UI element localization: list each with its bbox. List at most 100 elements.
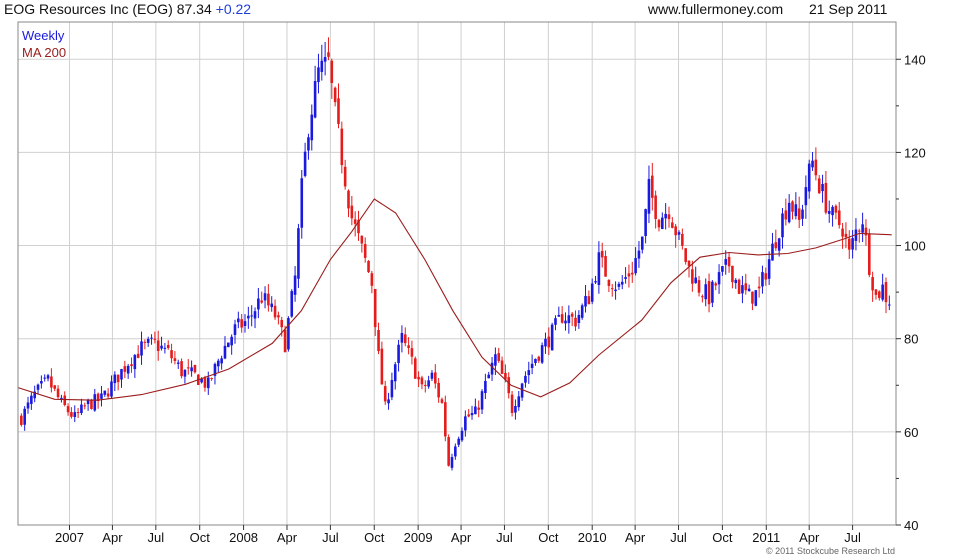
candle-body <box>106 393 110 397</box>
candle-body <box>240 319 243 328</box>
legend-ma200: MA 200 <box>22 45 66 60</box>
candle-body <box>767 259 771 279</box>
candle-body <box>754 290 758 306</box>
candle-body <box>140 341 143 356</box>
candle-body <box>620 281 624 285</box>
candle-body <box>861 224 864 233</box>
candle-body <box>287 318 290 350</box>
x-tick-label: Oct <box>190 530 211 545</box>
candle-body <box>400 332 404 343</box>
candle-body <box>801 209 804 219</box>
candle-body <box>834 205 838 213</box>
ma200-line <box>17 198 892 401</box>
candle-body <box>317 67 320 83</box>
candle-body <box>310 114 314 141</box>
candle-body <box>223 345 227 359</box>
candle-body <box>260 300 264 303</box>
candle-body <box>841 228 844 237</box>
candle-body <box>387 399 390 404</box>
candle-body <box>126 365 130 374</box>
y-tick-label: 120 <box>904 145 926 160</box>
candle-body <box>757 286 761 289</box>
candle-body <box>76 412 80 414</box>
candle-body <box>407 345 410 348</box>
candle-body <box>440 399 444 403</box>
candle-body <box>277 315 280 318</box>
candle-body <box>774 242 778 249</box>
x-tick-label: Oct <box>712 530 733 545</box>
candle-body <box>237 318 240 323</box>
candle-body <box>624 277 627 279</box>
candle-body <box>290 291 294 317</box>
y-tick-label: 60 <box>904 425 918 440</box>
x-tick-label: 2008 <box>229 530 258 545</box>
x-tick-label: Jul <box>496 530 513 545</box>
candle-body <box>360 235 364 244</box>
candle-body <box>420 377 424 385</box>
candle-body <box>397 344 400 364</box>
candle-body <box>747 288 751 292</box>
candle-body <box>247 315 250 319</box>
candle-body <box>674 226 677 236</box>
candle-body <box>824 182 828 213</box>
candle-body <box>881 284 884 300</box>
candle-body <box>93 394 97 411</box>
candle-body <box>691 269 694 284</box>
candle-body <box>607 279 611 287</box>
candle-body <box>554 318 557 325</box>
candle-body <box>444 402 447 437</box>
candle-body <box>133 355 137 370</box>
candle-body <box>781 213 784 238</box>
candle-body <box>517 396 521 408</box>
candle-body <box>180 361 183 377</box>
candle-body <box>83 405 87 407</box>
candle-body <box>707 281 711 305</box>
candle-body <box>293 275 297 295</box>
x-tick-label: 2007 <box>55 530 84 545</box>
candle-body <box>100 393 103 399</box>
candle-body <box>510 394 514 413</box>
candle-body <box>380 348 384 385</box>
copyright-text: © 2011 Stockcube Research Ltd <box>766 546 895 556</box>
candle-body <box>340 128 344 166</box>
candle-body <box>614 289 617 292</box>
candle-body <box>50 376 53 388</box>
candle-body <box>597 252 601 285</box>
candle-body <box>73 412 77 417</box>
candle-body <box>797 208 801 220</box>
candle-body <box>494 354 497 366</box>
candle-body <box>694 277 697 284</box>
candle-body <box>150 337 153 339</box>
x-tick-label: Apr <box>102 530 123 545</box>
candle-body <box>587 296 591 305</box>
candle-body <box>327 52 330 57</box>
candle-body <box>724 259 728 265</box>
candle-body <box>497 353 501 361</box>
candle-body <box>837 210 841 226</box>
candle-body <box>66 406 70 413</box>
candle-body <box>23 408 26 425</box>
candle-body <box>871 277 874 291</box>
candle-body <box>544 338 547 347</box>
candle-body <box>537 356 541 361</box>
candle-body <box>640 236 644 250</box>
candle-body <box>731 265 734 283</box>
candle-body <box>40 381 43 384</box>
candle-body <box>36 384 40 390</box>
candle-body <box>487 374 491 379</box>
candle-body <box>644 209 647 237</box>
candle-body <box>734 279 738 284</box>
candle-body <box>190 367 193 372</box>
candle-body <box>484 380 487 394</box>
candle-body <box>347 190 350 209</box>
candle-body <box>410 348 414 357</box>
candle-body <box>56 388 60 398</box>
candle-body <box>156 340 160 351</box>
candle-body <box>811 160 814 168</box>
candle-body <box>527 370 531 376</box>
candle-body <box>116 374 120 383</box>
candle-body <box>604 256 607 277</box>
x-tick-label: 2009 <box>404 530 433 545</box>
candle-body <box>20 415 23 425</box>
candle-body <box>804 187 808 206</box>
